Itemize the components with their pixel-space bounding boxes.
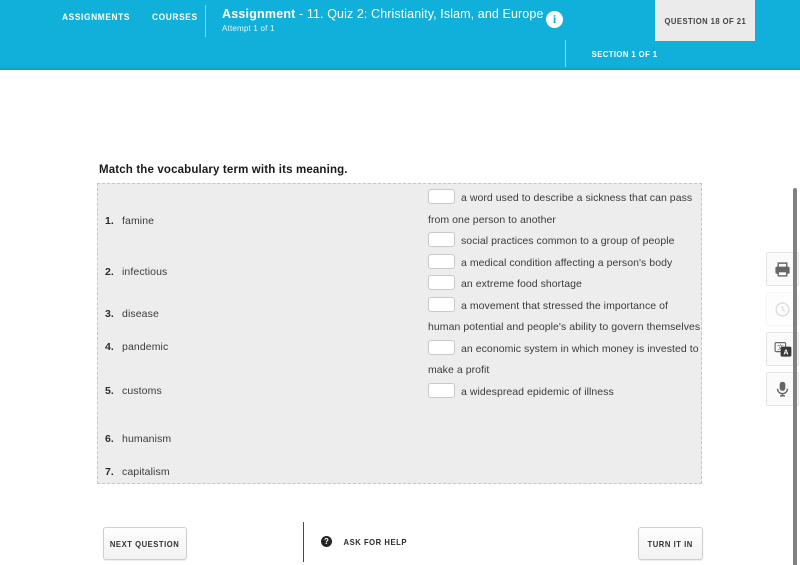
- next-question-label: NEXT QUESTION: [110, 538, 180, 549]
- definition-item: an economic system in which money is inv…: [428, 339, 703, 382]
- turn-it-in-label: TURN IT IN: [647, 538, 694, 549]
- question-mark-icon: ?: [321, 536, 332, 547]
- term-number: 2.: [105, 266, 114, 278]
- turn-it-in-button[interactable]: TURN IT IN: [638, 527, 703, 560]
- term-number: 7.: [105, 466, 114, 478]
- nav-assignments-label: ASSIGNMENTS: [62, 12, 131, 23]
- section-counter-badge[interactable]: SECTION 1 OF 1: [588, 49, 661, 59]
- next-question-button[interactable]: NEXT QUESTION: [103, 527, 187, 560]
- match-answer-input[interactable]: [428, 382, 455, 398]
- match-answer-input[interactable]: [428, 189, 455, 204]
- term-row: 7. capitalism: [105, 466, 170, 478]
- attempt-text: Attempt 1 of 1: [222, 24, 275, 33]
- assignment-word: Assignment: [222, 7, 296, 21]
- question-counter-label: QUESTION 18 OF 21: [664, 15, 746, 26]
- translate-icon: 文 A: [774, 340, 792, 358]
- ask-for-help-label: ASK FOR HELP: [343, 536, 407, 547]
- match-answer-input[interactable]: [428, 296, 455, 312]
- term-number: 5.: [105, 385, 114, 397]
- term-row: 2. infectious: [105, 266, 167, 278]
- svg-text:A: A: [783, 348, 788, 356]
- term-label: infectious: [122, 266, 168, 278]
- term-label: pandemic: [122, 341, 169, 353]
- nav-item-courses[interactable]: COURSES: [152, 12, 198, 23]
- clock-icon: [774, 301, 791, 318]
- definition-item: social practices common to a group of pe…: [428, 231, 703, 253]
- definition-item: a word used to describe a sickness that …: [428, 188, 703, 231]
- question-counter-badge[interactable]: QUESTION 18 OF 21: [655, 0, 755, 41]
- definition-text: social practices common to a group of pe…: [461, 235, 675, 247]
- term-row: 3. disease: [105, 308, 159, 320]
- match-answer-input[interactable]: [428, 339, 455, 355]
- match-answer-input[interactable]: [428, 253, 455, 269]
- question-content-area: Match the vocabulary term with its meani…: [0, 70, 800, 565]
- term-number: 3.: [105, 308, 114, 320]
- definition-item: an extreme food shortage: [428, 274, 703, 296]
- term-row: 6. humanism: [105, 433, 171, 445]
- assignment-info: Assignment - 11. Quiz 2: Christianity, I…: [222, 7, 543, 33]
- ask-for-help-button[interactable]: ? ASK FOR HELP: [321, 536, 410, 547]
- nav-item-assignments[interactable]: ASSIGNMENTS: [62, 12, 130, 23]
- term-label: disease: [122, 308, 159, 320]
- term-label: customs: [122, 385, 162, 397]
- print-icon: [774, 261, 791, 278]
- definition-text: a movement that stressed the importance …: [428, 299, 701, 334]
- term-label: famine: [122, 215, 155, 227]
- matching-question-container: 1. famine 2. infectious 3. disease 4. pandem…: [97, 183, 702, 484]
- definition-text: an extreme food shortage: [461, 278, 582, 290]
- section-vertical-divider: [565, 40, 566, 67]
- ask-for-help-label-wrap: ASK FOR HELP: [340, 537, 410, 547]
- question-prompt: Match the vocabulary term with its meani…: [99, 164, 348, 176]
- definition-item: a movement that stressed the importance …: [428, 296, 703, 339]
- assignment-title-row: Assignment - 11. Quiz 2: Christianity, I…: [222, 7, 543, 22]
- header-bottom-row: SECTION 1 OF 1: [0, 40, 800, 68]
- microphone-icon: [774, 381, 791, 398]
- match-answer-input[interactable]: [428, 275, 455, 290]
- definition-text: a word used to describe a sickness that …: [428, 192, 693, 226]
- page-scrollbar[interactable]: [793, 188, 797, 565]
- term-number: 1.: [105, 215, 114, 227]
- definition-text: a widespread epidemic of illness: [461, 385, 614, 398]
- term-label: humanism: [122, 433, 172, 445]
- definition-text: an economic system in which money is inv…: [428, 342, 699, 377]
- term-number: 6.: [105, 433, 114, 445]
- definition-item: a medical condition affecting a person's…: [428, 253, 703, 275]
- term-row: 4. pandemic: [105, 341, 168, 353]
- definition-text: a medical condition affecting a person's…: [461, 256, 673, 269]
- term-row: 5. customs: [105, 385, 162, 397]
- term-row: 1. famine: [105, 215, 154, 227]
- header-vertical-divider: [205, 5, 206, 37]
- footer-vertical-divider: [303, 522, 304, 562]
- section-counter-label: SECTION 1 OF 1: [591, 49, 658, 59]
- definitions-column: a word used to describe a sickness that …: [428, 188, 703, 403]
- definition-item: a widespread epidemic of illness: [428, 382, 703, 404]
- nav-courses-label: COURSES: [152, 12, 198, 23]
- app-header: ASSIGNMENTS COURSES Assignment - 11. Qui…: [0, 0, 800, 70]
- term-number: 4.: [105, 341, 114, 353]
- assignment-name: - 11. Quiz 2: Christianity, Islam, and E…: [299, 7, 544, 21]
- terms-column: 1. famine 2. infectious 3. disease 4. pandem…: [98, 184, 428, 483]
- header-top-row: ASSIGNMENTS COURSES Assignment - 11. Qui…: [0, 0, 800, 41]
- match-answer-input[interactable]: [428, 232, 455, 247]
- info-icon[interactable]: i: [546, 11, 563, 28]
- term-label: capitalism: [122, 466, 170, 478]
